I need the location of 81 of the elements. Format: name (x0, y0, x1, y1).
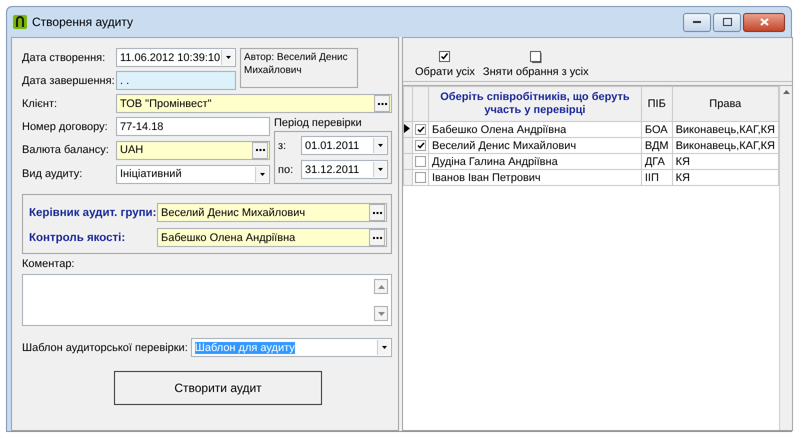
table-cell: Виконавець,КАГ,КЯ (672, 122, 778, 138)
minimize-icon (693, 20, 701, 24)
table-cell: Виконавець,КАГ,КЯ (672, 138, 778, 154)
close-button[interactable] (743, 12, 785, 32)
field-label: Дата завершення: (22, 74, 112, 86)
table-cell: КЯ (672, 154, 778, 170)
dropdown-button[interactable] (255, 166, 268, 182)
scroll-up-button[interactable] (374, 279, 388, 294)
caret-icon (378, 312, 384, 316)
empty-box-icon (530, 51, 542, 63)
row-pointer-icon (404, 124, 410, 132)
checked-box-icon (438, 51, 451, 63)
field-label: Номер договору: (22, 120, 109, 133)
caret-icon (382, 346, 386, 349)
table-cell: Бабешко Олена Андріївна (428, 122, 642, 138)
currency-field[interactable]: UAH (116, 140, 270, 160)
table-cell: БОА (641, 122, 672, 138)
table-cell: ВДМ (641, 138, 672, 154)
row-checkbox[interactable] (415, 156, 426, 167)
audit-type-dropdown[interactable]: Ініціативний (116, 164, 270, 184)
table-cell: КЯ (672, 170, 778, 186)
scrollbar[interactable] (779, 86, 792, 430)
date-field[interactable]: 01.01.2011 (301, 136, 388, 155)
column-header[interactable]: ПІБ (641, 86, 672, 122)
column-header[interactable]: Права (672, 86, 778, 122)
close-icon (760, 18, 768, 26)
create-audit-button[interactable]: Створити аудит (114, 371, 322, 405)
caret-icon (378, 168, 382, 171)
table-cell: ДГА (641, 154, 672, 170)
quality-field[interactable]: Бабешко Олена Андріївна (157, 228, 387, 247)
field-label: Валюта балансу: (22, 144, 110, 156)
date-field[interactable]: . . (116, 71, 236, 90)
table-cell: ІІП (641, 170, 672, 186)
select-all-button[interactable]: Обрати усіх (415, 51, 475, 78)
client-field[interactable]: ТОВ "Промінвест" (116, 94, 392, 113)
row-checkbox[interactable] (415, 172, 426, 183)
maximize-icon (722, 18, 732, 26)
caret-icon (378, 144, 382, 147)
deselect-all-button[interactable]: Зняти обрання з усіх (482, 51, 589, 78)
field-label: по: (278, 164, 294, 176)
field-label: Контроль якості: (29, 232, 126, 244)
comment-field[interactable] (22, 274, 392, 326)
table-cell: Дудіна Галина Андріївна (428, 154, 642, 170)
ellipsis-icon (256, 149, 264, 152)
date-field[interactable]: 31.12.2011 (301, 160, 388, 179)
field-label: Коментар: (22, 258, 76, 270)
maximize-button[interactable] (713, 12, 741, 32)
dropdown-button[interactable] (373, 138, 386, 153)
minimize-button[interactable] (683, 12, 711, 32)
field-label: з: (278, 140, 288, 152)
table-cell: Іванов Іван Петрович (428, 170, 642, 186)
browse-button[interactable] (369, 229, 385, 246)
checkmark-icon (416, 142, 424, 149)
author-box: Автор: Веселий Денис Михайлович (240, 48, 358, 88)
field-label: Шаблон аудиторської перевірки: (22, 342, 188, 354)
caret-up-icon (378, 284, 384, 288)
dropdown-button[interactable] (377, 340, 390, 355)
dropdown-button[interactable] (221, 50, 234, 65)
caret-icon (260, 172, 264, 176)
date-field[interactable]: 11.06.2012 10:39:10 (116, 48, 236, 67)
table-cell: Веселий Денис Михайлович (428, 138, 642, 154)
field-label: Керівник аудит. групи: (29, 206, 157, 218)
browse-button[interactable] (369, 204, 385, 221)
row-checkbox[interactable] (415, 124, 426, 135)
scroll-down-button[interactable] (374, 306, 388, 321)
browse-button[interactable] (252, 142, 268, 159)
field-label: Клієнт: (22, 98, 58, 110)
contract-field[interactable]: 77-14.18 (116, 117, 270, 136)
row-checkbox[interactable] (415, 140, 426, 151)
lead-field[interactable]: Веселий Денис Михайлович (157, 203, 387, 222)
field-label: Дата створення: (22, 52, 106, 64)
browse-button[interactable] (374, 95, 390, 112)
checkmark-icon (416, 126, 424, 133)
caret-icon (226, 56, 230, 59)
window-title: Створення аудиту (32, 15, 134, 29)
dropdown-button[interactable] (373, 162, 386, 177)
field-label: Вид аудиту: (22, 168, 84, 180)
caret-up-icon (782, 90, 790, 94)
group-label: Період перевірки (274, 117, 363, 129)
column-header[interactable]: Оберіть співробітників, що беруть участь у перевірці (428, 86, 642, 122)
app-icon (13, 15, 27, 29)
